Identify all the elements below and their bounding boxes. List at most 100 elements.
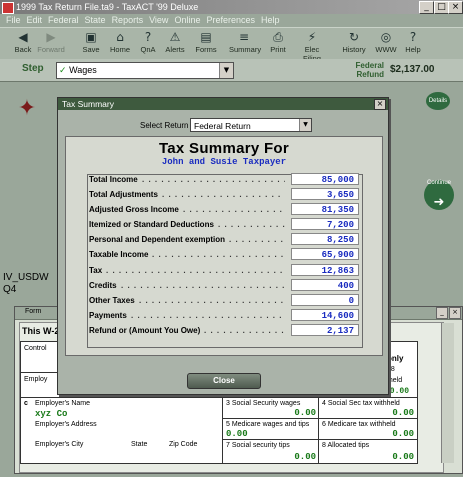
chevron-down-icon[interactable]: ▼ [219,63,233,78]
box7-value: 0.00 [294,452,316,462]
history-icon: ↻ [348,30,360,44]
form-minimize-button[interactable]: _ [436,307,448,319]
menu-bar: File Edit Federal State Reports View Online Pre… [0,14,463,27]
toolbar-qna-button[interactable]: ? QnA [133,30,163,54]
summary-icon: ≡ [238,30,250,44]
summary-row: Total Adjustments . . . . . . . . . . . .… [87,187,361,202]
toolbar-label: Home [109,45,130,54]
tax-summary-dialog: Tax Summary × Select Return Federal Retu… [57,97,389,395]
close-window-button[interactable]: × [448,1,463,14]
toolbar-save-button[interactable]: ▣ Save [76,30,106,54]
step-select-value: Wages [69,65,97,75]
box-a-label: Control [24,345,47,352]
toolbar-home-button[interactable]: ⌂ Home [105,30,135,54]
toolbar-forms-button[interactable]: ▤ Forms [191,30,221,54]
summary-row: Payments . . . . . . . . . . . . . . . . … [87,308,361,323]
qna-icon: ? [144,30,152,44]
menu-edit[interactable]: Edit [27,14,43,27]
step-select[interactable]: ✓ Wages ▼ [56,62,234,79]
leader-dots: . . . . . . . . . . . . . . . . . . . . … [121,280,285,290]
close-button[interactable]: Close [187,373,261,389]
dialog-close-icon[interactable]: × [374,99,386,110]
box4-value: 0.00 [392,408,414,418]
menu-reports[interactable]: Reports [112,14,144,27]
toolbar-print-button[interactable]: ⎙ Print [263,30,293,54]
summary-row: Refund or (Amount You Owe). . . . . . . … [87,323,361,338]
leader-dots: . . . . . . . . . . . . . . . . . . . . … [106,265,285,275]
summary-row-label: Itemized or Standard Deductions [89,220,214,230]
toolbar-label: Forms [195,45,217,54]
home-icon: ⌂ [116,30,124,44]
menu-online[interactable]: Online [174,14,200,27]
window-title: 1999 Tax Return File.ta9 - TaxACT '99 De… [16,2,199,12]
back-arrow-icon: ◀ [18,30,28,44]
continue-button[interactable]: Continue ➜ [424,180,454,210]
box3-label: 3 Social Security wages [226,400,301,407]
toolbar-label: History [342,45,366,54]
box7-ss-tips[interactable]: 7 Social security tips 0.00 [222,439,320,464]
form-close-button[interactable]: × [449,307,461,319]
box8-label: 8 Allocated tips [322,442,370,449]
toolbar-history-button[interactable]: ↻ History [339,30,369,54]
menu-file[interactable]: File [6,14,21,27]
chevron-down-icon[interactable]: ▼ [299,119,311,131]
step-bar: Step ✓ Wages ▼ Federal Refund $2,137.00 [0,59,463,82]
www-icon: ◎ [380,30,392,44]
box4-ss-tax[interactable]: 4 Social Sec tax withheld 0.00 [318,397,418,420]
summary-row-label: Other Taxes [89,295,135,305]
summary-row-label: Credits [89,280,117,290]
leader-dots: . . . . . . . . . . . . . . . . . . . . … [139,295,285,305]
box6-label: 6 Medicare tax withheld [322,421,396,428]
toolbar-label: Save [82,45,100,54]
summary-row-label: Total Adjustments [89,190,158,200]
select-return-dropdown[interactable]: Federal Return ▼ [190,118,312,132]
leader-dots: . . . . . . . . . . . . . . . . . . . . … [183,205,285,215]
refund-label-line2: Refund [356,70,384,79]
toolbar-label: QnA [140,45,156,54]
box3-value: 0.00 [294,408,316,418]
summary-heading: Tax Summary For [158,140,290,157]
box6-value: 0.00 [392,429,414,439]
omb-only: only [387,354,404,363]
toolbar-back-button[interactable]: ◀ Back [8,30,38,54]
summary-row-label: Tax [89,265,103,275]
details-button[interactable]: Details [426,92,450,110]
taxpayer-names: John and Susie Taxpayer [161,157,287,167]
print-icon: ⎙ [273,30,283,44]
maximize-button[interactable]: □ [434,1,449,14]
summary-row-label: Refund or (Amount You Owe) [89,325,201,335]
box6-medicare-tax[interactable]: 6 Medicare tax withheld 0.00 [318,418,418,441]
toolbar-summary-button[interactable]: ≡ Summary [229,30,261,54]
summary-row-value: 0 [291,293,359,306]
summary-row-label: Payments [89,310,127,320]
toolbar-label: Back [14,45,32,54]
leader-dots: . . . . . . . . . . . . . . . . . . . . … [218,220,285,230]
summary-row-label: Personal and Dependent exemption [89,235,226,245]
menu-view[interactable]: View [149,14,168,27]
employer-city-label: Employer's City [35,441,84,448]
check-icon: ✓ [59,66,67,76]
toolbar-alerts-button[interactable]: ⚠ Alerts [160,30,190,54]
menu-state[interactable]: State [85,14,106,27]
toolbar-www-button[interactable]: ◎ WWW [371,30,401,54]
form-scrollbar[interactable] [441,323,454,463]
summary-row-value: 8,250 [291,233,359,246]
box5-medicare-wages[interactable]: 5 Medicare wages and tips 0.00 [222,418,320,441]
menu-help[interactable]: Help [261,14,280,27]
summary-row-value: 400 [291,278,359,291]
minimize-button[interactable]: _ [419,1,434,14]
employer-name-value[interactable]: xyz Co [35,409,67,419]
summary-row: Tax. . . . . . . . . . . . . . . . . . .… [87,263,361,278]
menu-federal[interactable]: Federal [48,14,79,27]
box3-ss-wages[interactable]: 3 Social Security wages 0.00 [222,397,320,420]
menu-preferences[interactable]: Preferences [206,14,255,27]
app-icon [2,2,14,14]
summary-row-value: 81,350 [291,203,359,216]
toolbar-help-button[interactable]: ? Help [398,30,428,54]
leader-dots: . . . . . . . . . . . . . . . . . . . . … [229,235,285,245]
box8-allocated-tips[interactable]: 8 Allocated tips 0.00 [318,439,418,464]
leader-dots: . . . . . . . . . . . . . . . . . . . . … [152,250,285,260]
form-tab[interactable]: Form [25,308,41,315]
employer-state-label: State [131,441,148,448]
toolbar-forward-button[interactable]: ▶ Forward [36,30,66,54]
